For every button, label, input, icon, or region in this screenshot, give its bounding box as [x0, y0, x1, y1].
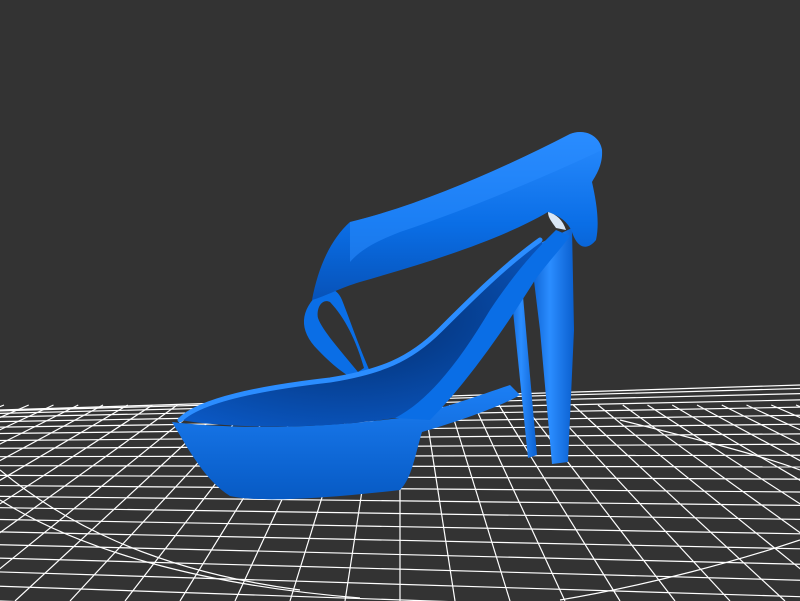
grid-line [0, 404, 79, 445]
grid-line [0, 404, 178, 534]
grid-line [0, 404, 153, 505]
grid-line [424, 404, 456, 601]
grid-line [0, 404, 104, 462]
grid-curve [559, 539, 800, 601]
3d-scene[interactable] [0, 0, 800, 601]
3d-viewport[interactable] [0, 0, 800, 601]
high-heel-shoe-model[interactable] [172, 131, 603, 500]
grid-line [0, 404, 203, 570]
shoe-toe-strap [303, 288, 372, 382]
